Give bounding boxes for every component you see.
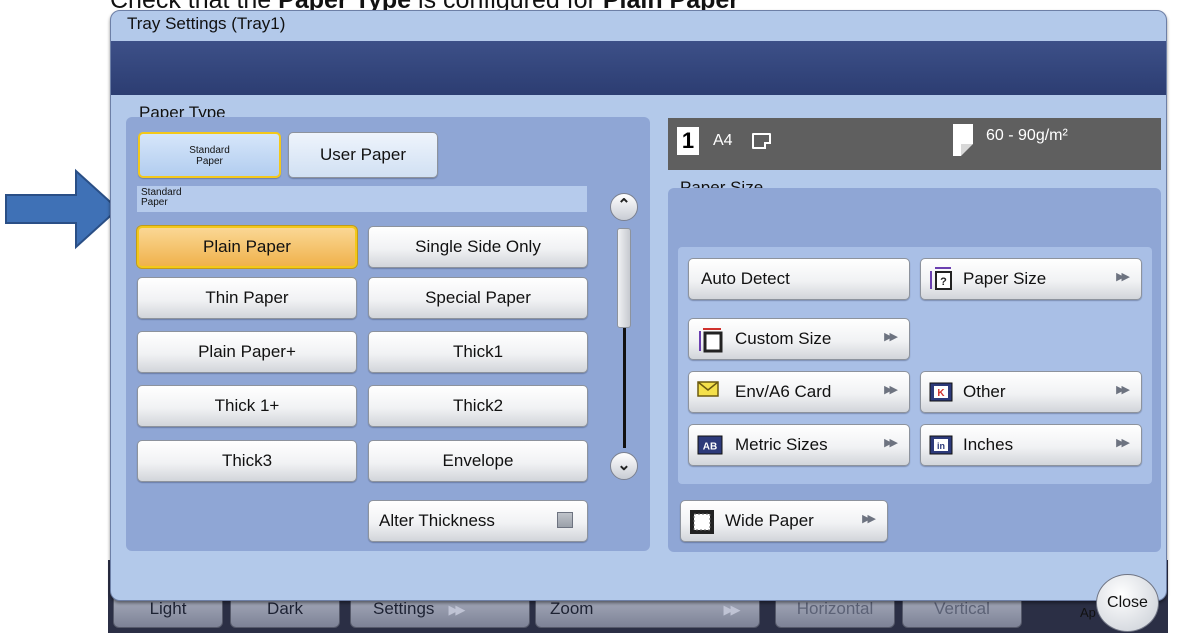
tray-paper-size: A4 (713, 132, 733, 149)
button-label: Thick3 (221, 451, 273, 470)
thick1-button[interactable]: Thick1 (368, 331, 588, 373)
metric-sizes-icon: AB (697, 435, 723, 455)
button-label: Special Paper (425, 288, 531, 307)
metric-sizes-button[interactable]: AB Metric Sizes ▶▶ (688, 424, 910, 466)
other-button[interactable]: K Other ▶▶ (920, 371, 1142, 413)
double-chevron-right-icon: ▶▶ (884, 437, 898, 449)
tab-user-paper[interactable]: User Paper (288, 132, 438, 178)
dialog-title: Tray Settings (Tray1) (127, 14, 286, 33)
button-label: Alter Thickness (379, 511, 495, 530)
dialog-header-band (111, 41, 1166, 95)
button-label: Auto Detect (701, 269, 790, 288)
tray-status-bar (668, 118, 1161, 170)
paper-sheet-icon (953, 124, 973, 156)
envelope-button[interactable]: Envelope (368, 440, 588, 482)
thick1-plus-button[interactable]: Thick 1+ (137, 385, 357, 427)
category-line2: Paper (141, 197, 168, 208)
auto-detect-button[interactable]: Auto Detect (688, 258, 910, 300)
svg-text:?: ? (940, 276, 947, 288)
other-size-icon: K (929, 382, 953, 402)
alter-thickness-button[interactable]: Alter Thickness (368, 500, 588, 542)
alter-thickness-checkbox[interactable] (557, 512, 573, 528)
button-label: Metric Sizes (735, 435, 828, 454)
tab-label-line2: Paper (196, 156, 223, 167)
tab-label: User Paper (320, 145, 406, 164)
close-button[interactable]: Close (1096, 574, 1159, 632)
scrollbar-thumb[interactable] (617, 228, 631, 328)
wide-paper-icon (690, 510, 714, 534)
svg-text:K: K (937, 388, 945, 399)
paper-size-button[interactable]: ? Paper Size ▶▶ (920, 258, 1142, 300)
ap-label: Ap (1080, 605, 1096, 620)
button-label: Thick 1+ (214, 396, 280, 415)
envelope-icon (697, 381, 719, 397)
tab-standard-paper[interactable]: Standard Paper (138, 132, 281, 178)
thin-paper-button[interactable]: Thin Paper (137, 277, 357, 319)
inches-icon: in (929, 435, 953, 455)
tab-label-line1: Standard (189, 145, 230, 156)
special-paper-button[interactable]: Special Paper (368, 277, 588, 319)
button-label: Thick1 (452, 342, 504, 361)
double-chevron-right-icon: ▶▶ (884, 384, 898, 396)
paper-orientation-icon (752, 133, 771, 149)
thick2-button[interactable]: Thick2 (368, 385, 588, 427)
double-chevron-right-icon: ▶▶ (1116, 271, 1130, 283)
paper-category-strip: Standard Paper (137, 186, 587, 212)
paper-weight: 60 - 90g/m² (986, 127, 1068, 144)
svg-text:in: in (937, 441, 945, 451)
svg-text:AB: AB (703, 442, 717, 453)
button-label: Other (963, 382, 1006, 401)
double-chevron-right-icon: ▶▶ (862, 513, 876, 525)
button-label: Paper Size (963, 269, 1047, 288)
chevron-up-icon[interactable]: ⌃ (610, 193, 638, 221)
tray-number: 1 (677, 127, 699, 155)
button-label: Inches (963, 435, 1014, 454)
plain-paper-button[interactable]: Plain Paper (137, 226, 357, 268)
button-label: Plain Paper (203, 237, 291, 256)
wide-paper-button[interactable]: Wide Paper ▶▶ (680, 500, 888, 542)
arrow-right-icon (5, 168, 120, 250)
double-chevron-right-icon: ▶▶ (1116, 384, 1130, 396)
double-chevron-right-icon: ▶▶ (448, 602, 465, 617)
button-label: Plain Paper+ (198, 342, 296, 361)
thick3-button[interactable]: Thick3 (137, 440, 357, 482)
custom-size-icon (699, 328, 723, 353)
chevron-down-icon[interactable]: ⌄ (610, 452, 638, 480)
plain-paper-plus-button[interactable]: Plain Paper+ (137, 331, 357, 373)
button-label: Custom Size (735, 329, 832, 348)
inches-button[interactable]: in Inches ▶▶ (920, 424, 1142, 466)
single-side-only-button[interactable]: Single Side Only (368, 226, 588, 268)
button-label: Thick2 (452, 396, 504, 415)
paper-size-icon: ? (930, 267, 952, 290)
button-label: Env/A6 Card (735, 382, 832, 401)
custom-size-button[interactable]: Custom Size ▶▶ (688, 318, 910, 360)
category-line1: Standard (141, 187, 182, 198)
env-a6-card-button[interactable]: Env/A6 Card ▶▶ (688, 371, 910, 413)
button-label: Thin Paper (205, 288, 289, 307)
button-label: Single Side Only (415, 237, 541, 256)
double-chevron-right-icon: ▶▶ (1116, 437, 1130, 449)
double-chevron-right-icon: ▶▶ (884, 331, 898, 343)
button-label: Envelope (442, 451, 514, 470)
double-chevron-right-icon: ▶▶ (723, 602, 740, 617)
